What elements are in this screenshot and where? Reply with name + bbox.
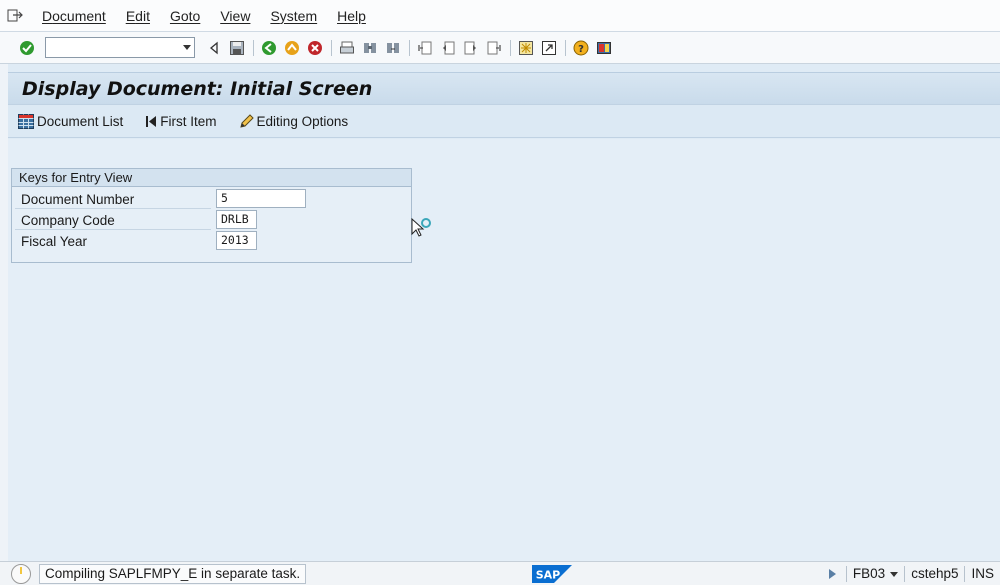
group-title: Keys for Entry View: [12, 169, 411, 187]
toolbar-separator: [565, 39, 566, 56]
page-title: Display Document: Initial Screen: [22, 77, 373, 100]
toolbar-separator: [253, 39, 254, 56]
save-icon[interactable]: [226, 37, 248, 59]
transaction-code[interactable]: FB03: [845, 566, 904, 582]
back-icon[interactable]: [203, 37, 225, 59]
toolbar-separator: [510, 39, 511, 56]
status-bar: Compiling SAPLFMPY_E in separate task. S…: [0, 561, 1000, 585]
document-list-label: Document List: [37, 113, 124, 129]
first-page-icon[interactable]: [414, 37, 436, 59]
command-field[interactable]: [45, 37, 195, 58]
back-green-icon[interactable]: [258, 37, 280, 59]
svg-text:?: ?: [578, 44, 584, 55]
menu-system[interactable]: System: [260, 8, 327, 24]
system-info: FB03 cstehp5 INS: [828, 562, 1000, 585]
field-row-fiscal-year: Fiscal Year 2013: [15, 231, 411, 251]
fiscal-year-label: Fiscal Year: [21, 233, 88, 249]
fiscal-year-field[interactable]: 2013: [216, 231, 257, 250]
enter-icon[interactable]: [16, 37, 38, 59]
menu-help[interactable]: Help: [327, 8, 376, 24]
insert-mode: INS: [964, 566, 1000, 582]
help-icon[interactable]: ?: [570, 37, 592, 59]
menu-view[interactable]: View: [210, 8, 260, 24]
chevron-down-icon[interactable]: [183, 45, 191, 50]
field-row-document-number: Document Number 5: [15, 189, 411, 209]
first-item-button[interactable]: First Item: [145, 113, 217, 129]
status-message: Compiling SAPLFMPY_E in separate task.: [39, 563, 307, 584]
print-icon[interactable]: [336, 37, 358, 59]
busy-cursor-icon: [411, 216, 433, 243]
toolbar-separator: [331, 39, 332, 56]
keys-group-box: Keys for Entry View Document Number 5 Co…: [11, 168, 412, 263]
main-content: Keys for Entry View Document Number 5 Co…: [8, 139, 1000, 561]
menu-edit[interactable]: Edit: [116, 8, 160, 24]
find-next-icon[interactable]: [382, 37, 404, 59]
application-toolbar: Document List First Item Editing Options: [8, 104, 1000, 138]
menu-bar: Document Edit Goto View System Help: [0, 0, 1000, 32]
field-row-company-code: Company Code DRLB: [15, 210, 411, 230]
company-code-field[interactable]: DRLB: [216, 210, 257, 229]
company-code-label: Company Code: [15, 211, 211, 230]
next-page-icon[interactable]: [460, 37, 482, 59]
document-number-label: Document Number: [15, 190, 211, 209]
system-menu-icon[interactable]: [0, 0, 30, 32]
sap-logo: SAP: [532, 565, 572, 583]
screen-title-bar: Display Document: Initial Screen: [8, 72, 1000, 104]
server-name: cstehp5: [904, 566, 964, 582]
cancel-icon[interactable]: [304, 37, 326, 59]
toolbar-separator: [409, 39, 410, 56]
find-icon[interactable]: [359, 37, 381, 59]
menu-document[interactable]: Document: [32, 8, 116, 24]
busy-clock-icon: [7, 562, 35, 585]
first-item-icon: [145, 115, 157, 128]
sap-logo-text: SAP: [536, 569, 561, 582]
document-number-field[interactable]: 5: [216, 189, 306, 208]
command-input[interactable]: [46, 38, 176, 57]
last-page-icon[interactable]: [483, 37, 505, 59]
shortcut-icon[interactable]: [538, 37, 560, 59]
prev-page-icon[interactable]: [437, 37, 459, 59]
standard-toolbar: ?: [0, 32, 1000, 64]
pencil-icon: [239, 113, 254, 129]
expand-status-icon[interactable]: [828, 569, 836, 579]
transaction-code-text: FB03: [852, 566, 886, 581]
first-item-label: First Item: [160, 113, 217, 129]
table-icon: [18, 113, 34, 129]
editing-options-button[interactable]: Editing Options: [239, 113, 349, 129]
exit-icon[interactable]: [281, 37, 303, 59]
layout-menu-icon[interactable]: [593, 37, 615, 59]
chevron-down-icon[interactable]: [890, 571, 899, 577]
create-session-icon[interactable]: [515, 37, 537, 59]
menu-goto[interactable]: Goto: [160, 8, 210, 24]
document-list-button[interactable]: Document List: [18, 113, 124, 129]
editing-options-label: Editing Options: [256, 113, 349, 129]
left-gutter: [0, 64, 8, 561]
